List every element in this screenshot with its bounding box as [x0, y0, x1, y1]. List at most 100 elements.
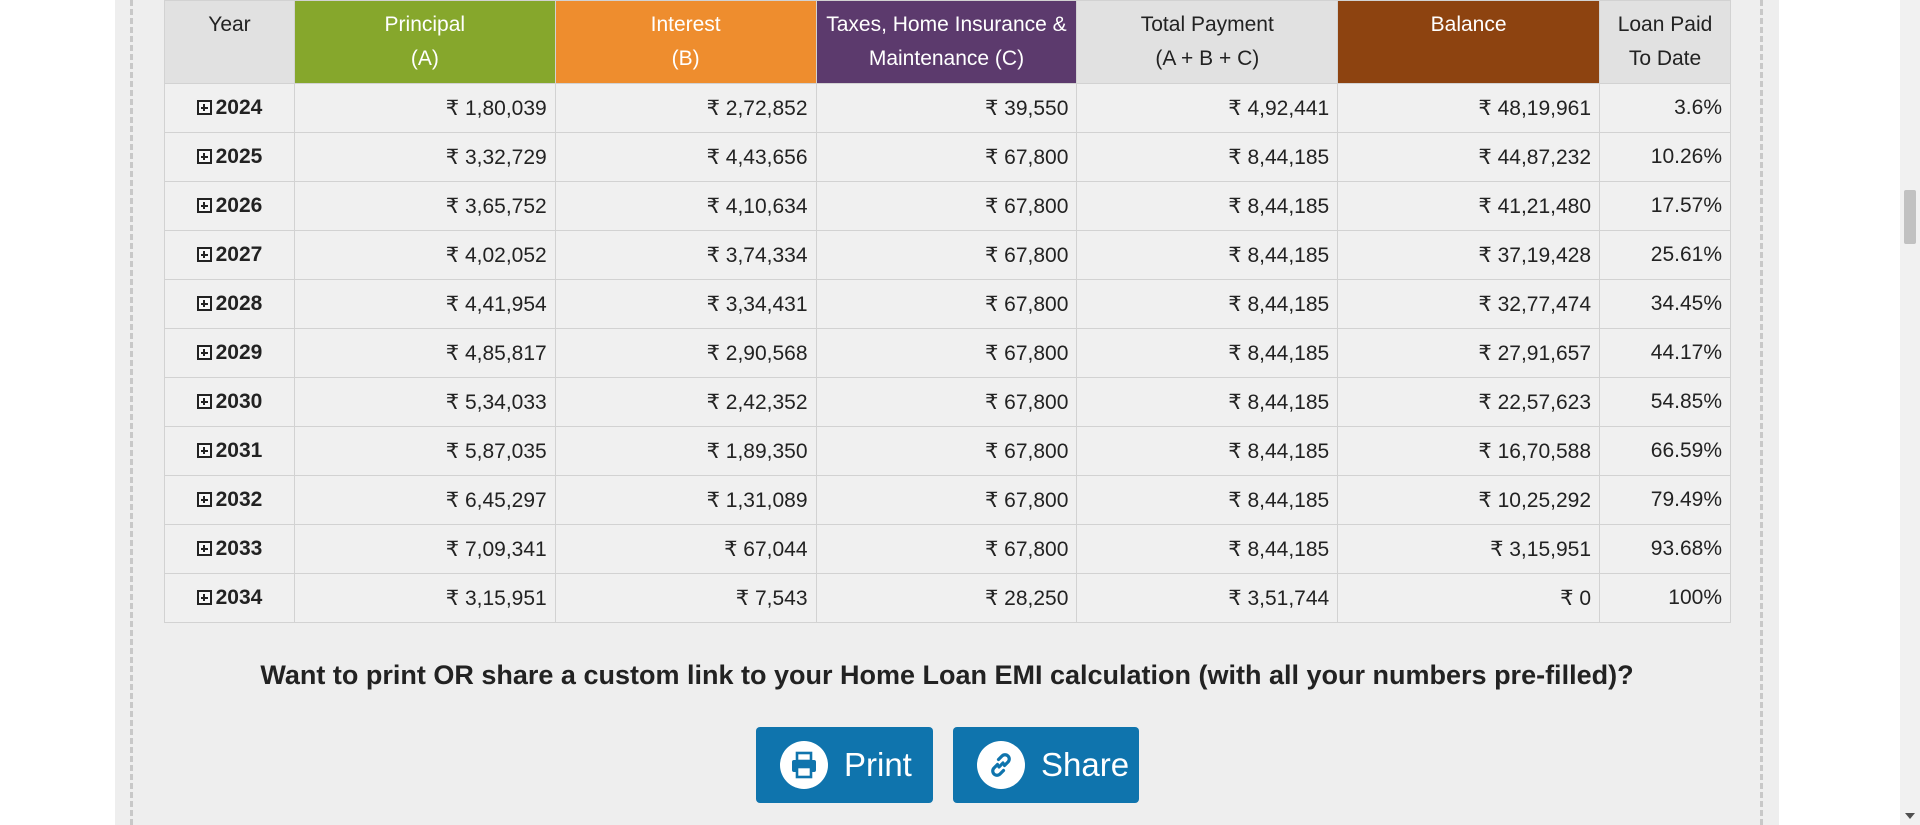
table-header-row: Year Principal (A) Interest (B) Taxes, H… — [164, 0, 1731, 84]
interest-header-label: Interest — [650, 13, 721, 36]
expand-plus-icon[interactable] — [196, 492, 212, 507]
year-label: 2026 — [215, 194, 263, 217]
principal-cell: ₹ 3,65,752 — [293, 181, 556, 231]
year-cell[interactable]: 2024 — [164, 83, 295, 133]
scroll-down-arrow-icon[interactable] — [1905, 813, 1915, 819]
balance-cell: ₹ 22,57,623 — [1337, 377, 1601, 427]
principal-cell: ₹ 6,45,297 — [293, 475, 556, 525]
balance-cell: ₹ 37,19,428 — [1337, 230, 1601, 280]
expand-plus-icon[interactable] — [196, 590, 212, 605]
paid-cell: 3.6% — [1599, 83, 1731, 133]
share-button[interactable]: Share — [953, 727, 1139, 803]
expand-plus-icon[interactable] — [196, 443, 212, 458]
expand-plus-icon[interactable] — [196, 394, 212, 409]
year-cell[interactable]: 2026 — [164, 181, 295, 231]
year-cell[interactable]: 2025 — [164, 132, 295, 182]
year-cell[interactable]: 2031 — [164, 426, 295, 476]
taxes-header: Taxes, Home Insurance & Maintenance (C) — [815, 0, 1078, 84]
interest-cell: ₹ 1,31,089 — [554, 475, 817, 525]
principal-cell: ₹ 3,15,951 — [293, 573, 556, 623]
scrollbar-thumb[interactable] — [1904, 190, 1916, 244]
balance-cell: ₹ 48,19,961 — [1337, 83, 1601, 133]
year-label: 2024 — [215, 96, 263, 119]
balance-cell: ₹ 27,91,657 — [1337, 328, 1601, 378]
paid-cell: 54.85% — [1599, 377, 1731, 427]
balance-header-label: Balance — [1430, 13, 1507, 36]
interest-cell: ₹ 3,74,334 — [554, 230, 817, 280]
table-row: 2026 ₹ 3,65,752 ₹ 4,10,634 ₹ 67,800 ₹ 8,44,1… — [164, 181, 1731, 231]
paid-cell: 44.17% — [1599, 328, 1731, 378]
taxes-cell: ₹ 28,250 — [815, 573, 1078, 623]
taxes-cell: ₹ 39,550 — [815, 83, 1078, 133]
total-cell: ₹ 8,44,185 — [1076, 230, 1339, 280]
share-prompt: Want to print OR share a custom link to … — [260, 660, 1634, 690]
taxes-cell: ₹ 67,800 — [815, 230, 1078, 280]
total-header-label: Total Payment — [1140, 13, 1274, 36]
expand-plus-icon[interactable] — [196, 100, 212, 115]
expand-plus-icon[interactable] — [196, 247, 212, 262]
taxes-cell: ₹ 67,800 — [815, 377, 1078, 427]
year-cell[interactable]: 2033 — [164, 524, 295, 574]
balance-cell: ₹ 44,87,232 — [1337, 132, 1601, 182]
expand-plus-icon[interactable] — [196, 149, 212, 164]
interest-cell: ₹ 4,10,634 — [554, 181, 817, 231]
balance-cell: ₹ 32,77,474 — [1337, 279, 1601, 329]
expand-plus-icon[interactable] — [196, 198, 212, 213]
balance-cell: ₹ 3,15,951 — [1337, 524, 1601, 574]
table-row: 2027 ₹ 4,02,052 ₹ 3,74,334 ₹ 67,800 ₹ 8,44,1… — [164, 230, 1731, 280]
interest-header: Interest (B) — [554, 0, 817, 84]
loan-paid-header: Loan Paid To Date — [1599, 0, 1731, 84]
principal-header: Principal (A) — [293, 0, 556, 84]
paid-cell: 25.61% — [1599, 230, 1731, 280]
panel-border-left — [130, 0, 133, 825]
year-label: 2032 — [215, 488, 263, 511]
principal-cell: ₹ 4,02,052 — [293, 230, 556, 280]
year-cell[interactable]: 2030 — [164, 377, 295, 427]
expand-plus-icon[interactable] — [196, 296, 212, 311]
interest-cell: ₹ 3,34,431 — [554, 279, 817, 329]
taxes-cell: ₹ 67,800 — [815, 328, 1078, 378]
year-label: 2031 — [215, 439, 263, 462]
principal-cell: ₹ 4,85,817 — [293, 328, 556, 378]
table-row: 2033 ₹ 7,09,341 ₹ 67,044 ₹ 67,800 ₹ 8,44,185… — [164, 524, 1731, 574]
balance-cell: ₹ 10,25,292 — [1337, 475, 1601, 525]
year-cell[interactable]: 2034 — [164, 573, 295, 623]
vertical-scrollbar[interactable] — [1900, 0, 1920, 825]
year-header: Year — [164, 0, 295, 84]
paid-header-label: Loan Paid — [1617, 13, 1713, 36]
year-label: 2034 — [215, 586, 263, 609]
total-cell: ₹ 4,92,441 — [1076, 83, 1339, 133]
table-row: 2030 ₹ 5,34,033 ₹ 2,42,352 ₹ 67,800 ₹ 8,44,1… — [164, 377, 1731, 427]
taxes-cell: ₹ 67,800 — [815, 279, 1078, 329]
principal-cell: ₹ 1,80,039 — [293, 83, 556, 133]
total-cell: ₹ 8,44,185 — [1076, 181, 1339, 231]
interest-header-sub: (B) — [671, 47, 700, 70]
print-button[interactable]: Print — [756, 727, 933, 803]
total-header-sub: (A + B + C) — [1155, 47, 1260, 70]
paid-cell: 100% — [1599, 573, 1731, 623]
interest-cell: ₹ 1,89,350 — [554, 426, 817, 476]
table-row: 2034 ₹ 3,15,951 ₹ 7,543 ₹ 28,250 ₹ 3,51,744 ₹… — [164, 573, 1731, 623]
year-label: 2027 — [215, 243, 263, 266]
year-cell[interactable]: 2027 — [164, 230, 295, 280]
payment-schedule-table: Year Principal (A) Interest (B) Taxes, H… — [164, 0, 1731, 623]
table-row: 2031 ₹ 5,87,035 ₹ 1,89,350 ₹ 67,800 ₹ 8,44,1… — [164, 426, 1731, 476]
interest-cell: ₹ 67,044 — [554, 524, 817, 574]
principal-cell: ₹ 4,41,954 — [293, 279, 556, 329]
taxes-cell: ₹ 67,800 — [815, 524, 1078, 574]
expand-plus-icon[interactable] — [196, 541, 212, 556]
year-cell[interactable]: 2032 — [164, 475, 295, 525]
expand-plus-icon[interactable] — [196, 345, 212, 360]
interest-cell: ₹ 4,43,656 — [554, 132, 817, 182]
paid-cell: 79.49% — [1599, 475, 1731, 525]
taxes-cell: ₹ 67,800 — [815, 475, 1078, 525]
balance-header: Balance — [1337, 0, 1601, 84]
panel-border-right — [1760, 0, 1763, 825]
total-cell: ₹ 8,44,185 — [1076, 279, 1339, 329]
principal-header-label: Principal — [384, 13, 466, 36]
taxes-header-sub: Maintenance (C) — [868, 47, 1025, 70]
year-cell[interactable]: 2028 — [164, 279, 295, 329]
year-cell[interactable]: 2029 — [164, 328, 295, 378]
interest-cell: ₹ 2,72,852 — [554, 83, 817, 133]
table-row: 2024 ₹ 1,80,039 ₹ 2,72,852 ₹ 39,550 ₹ 4,92,4… — [164, 83, 1731, 133]
